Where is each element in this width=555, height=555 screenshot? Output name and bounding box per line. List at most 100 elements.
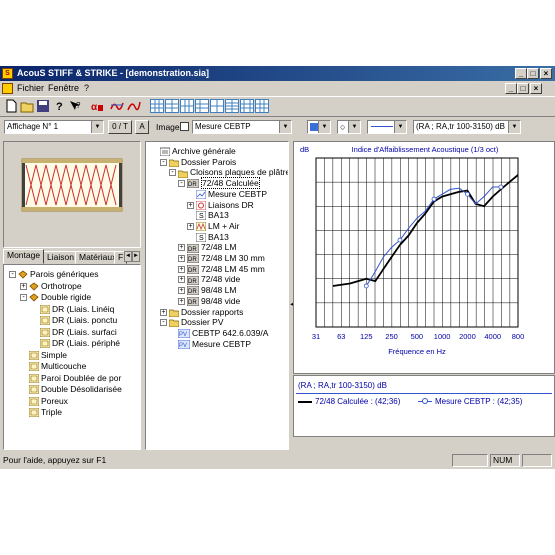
view-combo[interactable]: Affichage N° 1 ▼: [4, 120, 104, 134]
menu-help[interactable]: ?: [84, 83, 89, 93]
image-checkbox[interactable]: [180, 122, 189, 131]
tree-item[interactable]: PV Mesure CEBTP: [177, 339, 251, 350]
tree-item[interactable]: Double rigide: [29, 292, 91, 302]
tree-item[interactable]: Dossier PV: [168, 317, 224, 328]
tree-item[interactable]: Parois génériques: [18, 269, 99, 279]
tree-item[interactable]: PV CEBTP 642.6.039/A: [177, 327, 269, 339]
expand-icon[interactable]: +: [187, 222, 194, 230]
expand-icon[interactable]: +: [178, 287, 185, 295]
tree-item[interactable]: Multicouche: [28, 361, 86, 372]
tree-item-label: CEBTP 642.6.039/A: [192, 327, 269, 338]
mdi-minimize-button[interactable]: _: [505, 83, 517, 94]
tree-item[interactable]: DR 72/48 LM 30 mm: [186, 253, 265, 264]
close-button[interactable]: ×: [540, 68, 552, 79]
compare-icon[interactable]: [110, 99, 124, 113]
document-icon[interactable]: [2, 83, 13, 94]
tree-item[interactable]: DR 72/48 vide: [186, 274, 240, 286]
layout-1-icon[interactable]: [150, 99, 164, 113]
tree-item[interactable]: DR (Liais. surfaci: [39, 327, 117, 338]
tree-item[interactable]: Liaisons DR: [195, 200, 254, 211]
tree-item[interactable]: DR 98/48 vide: [186, 295, 241, 307]
menu-bar: Fichier Fenêtre ? _ □ ×: [0, 81, 555, 95]
tree-item[interactable]: Simple: [28, 350, 67, 361]
tree-item[interactable]: Cloisons plaques de plâtre: [177, 167, 288, 179]
tree-item[interactable]: DR 72/48 Calculée: [186, 177, 260, 190]
mdi-restore-button[interactable]: □: [517, 83, 529, 94]
layout-4-icon[interactable]: [195, 99, 209, 113]
expand-icon[interactable]: +: [178, 276, 185, 284]
tree-item[interactable]: Triple: [28, 407, 62, 418]
index-combo[interactable]: (RA ; RA,tr 100-3150) dB ▼: [413, 120, 521, 134]
chevron-down-icon[interactable]: ▼: [318, 121, 330, 133]
tree-item[interactable]: DR (Liais. Linéiq: [39, 304, 114, 315]
chevron-down-icon[interactable]: ▼: [91, 121, 103, 133]
collapse-icon[interactable]: -: [20, 294, 27, 301]
tab-scroll-left[interactable]: ◄: [124, 251, 132, 262]
maximize-button[interactable]: □: [527, 68, 539, 79]
chevron-down-icon[interactable]: ▼: [394, 121, 406, 133]
expand-icon[interactable]: +: [20, 282, 27, 290]
curves-icon[interactable]: [127, 99, 141, 113]
layout-3-icon[interactable]: [180, 99, 194, 113]
tree-item[interactable]: DR (Liais. périphé: [39, 338, 120, 349]
expand-icon[interactable]: +: [178, 255, 185, 262]
chevron-down-icon[interactable]: ▼: [279, 121, 291, 133]
app-icon[interactable]: S: [2, 68, 13, 79]
mdi-close-button[interactable]: ×: [530, 83, 542, 94]
chevron-down-icon[interactable]: ▼: [508, 121, 520, 133]
open-folder-icon[interactable]: [20, 99, 34, 113]
expand-icon[interactable]: +: [187, 201, 194, 209]
tree-item[interactable]: Mesure CEBTP: [195, 189, 267, 200]
chevron-down-icon[interactable]: ▼: [348, 121, 360, 133]
save-icon[interactable]: [36, 99, 50, 113]
menu-fenetre[interactable]: Fenêtre: [48, 83, 79, 93]
svg-text:DR: DR: [188, 182, 197, 188]
tree-item[interactable]: Dossier Parois: [168, 157, 236, 168]
expand-icon[interactable]: +: [178, 244, 185, 252]
tree-item[interactable]: LM + Air: [195, 221, 239, 232]
tree-item[interactable]: S BA13: [195, 210, 229, 221]
tree-item[interactable]: DR 72/48 LM: [186, 242, 236, 253]
layout-2-icon[interactable]: [165, 99, 179, 113]
tree-item[interactable]: Paroi Doublée de por: [28, 373, 121, 384]
tree-item[interactable]: Double Désolidarisée: [28, 384, 122, 395]
line-style-combo[interactable]: ▼: [367, 120, 407, 134]
calculate-icon[interactable]: α: [90, 99, 104, 113]
tab-montage[interactable]: Montage: [3, 249, 45, 264]
layout-5-icon[interactable]: [210, 99, 224, 113]
menu-fichier[interactable]: Fichier: [17, 83, 44, 93]
tree-item[interactable]: S BA13: [195, 232, 229, 243]
collapse-icon[interactable]: -: [160, 319, 167, 327]
tree-item[interactable]: Orthotrope: [29, 281, 82, 291]
tree-item-label: 98/48 vide: [201, 295, 241, 306]
collapse-icon[interactable]: -: [178, 180, 185, 188]
collapse-icon[interactable]: -: [160, 158, 167, 166]
expand-icon[interactable]: +: [160, 308, 167, 316]
color-combo[interactable]: ▼: [307, 120, 331, 134]
expand-icon[interactable]: +: [178, 265, 185, 273]
expand-icon[interactable]: +: [178, 297, 185, 305]
help-icon[interactable]: ?: [52, 99, 66, 113]
ot-button[interactable]: 0 / T: [108, 120, 132, 134]
tree-item[interactable]: Archive générale: [159, 146, 236, 157]
tree-item[interactable]: DR 72/48 LM 45 mm: [186, 264, 265, 275]
tree-item[interactable]: Poreux: [28, 396, 68, 407]
tab-liaison[interactable]: Liaison: [43, 251, 78, 264]
collapse-icon[interactable]: -: [9, 271, 16, 278]
layout-6-icon[interactable]: [225, 99, 239, 113]
tree-item[interactable]: DR (Liais. ponctu: [39, 315, 117, 326]
measure-combo[interactable]: Mesure CEBTP ▼: [192, 120, 292, 134]
a-button[interactable]: A: [135, 120, 149, 134]
layout-7-icon[interactable]: [240, 99, 254, 113]
marker-combo[interactable]: ○ ▼: [337, 120, 361, 134]
layout-8-icon[interactable]: [255, 99, 269, 113]
tab-scroll-right[interactable]: ►: [132, 251, 140, 262]
component-tree: - Parois génériques + Orthotrope - Double rig…: [3, 264, 141, 450]
tree-item[interactable]: DR 98/48 LM: [186, 285, 236, 296]
tree-item-label: Dossier PV: [181, 317, 224, 328]
new-file-icon[interactable]: [4, 99, 18, 113]
collapse-icon[interactable]: -: [169, 169, 176, 177]
tree-item[interactable]: Dossier rapports: [168, 307, 243, 318]
minimize-button[interactable]: _: [515, 68, 527, 79]
context-help-icon[interactable]: ?: [68, 99, 82, 113]
